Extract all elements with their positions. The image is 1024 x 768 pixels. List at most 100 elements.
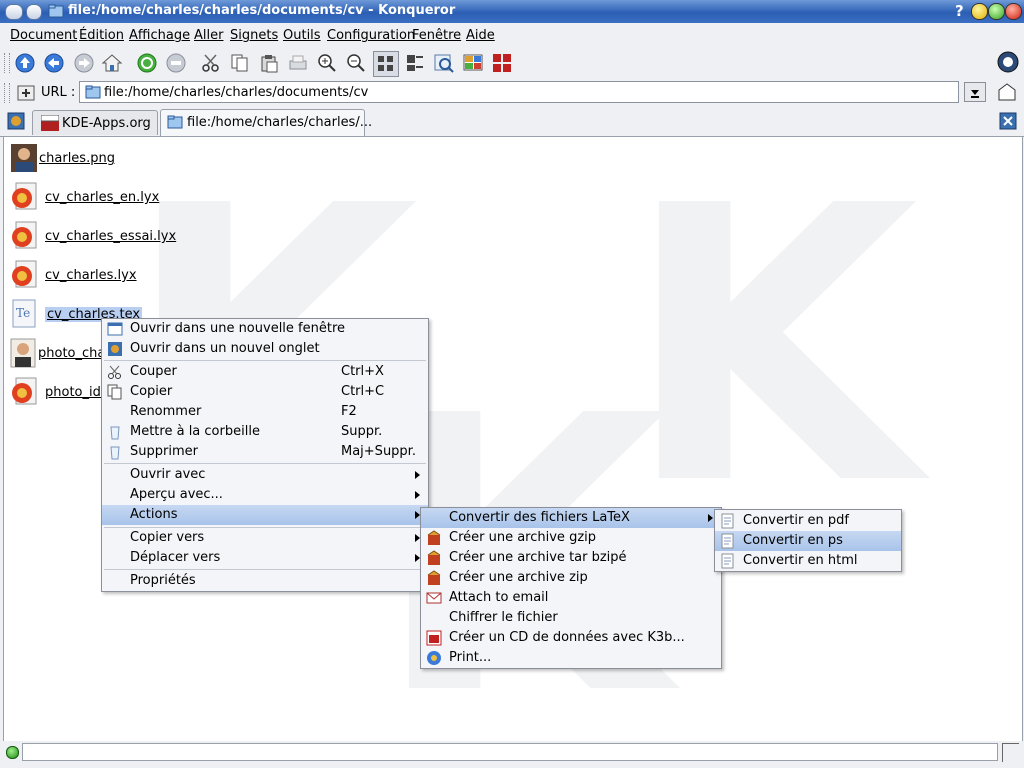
- close-tab-icon[interactable]: [998, 111, 1018, 131]
- sticky-button[interactable]: [26, 4, 42, 20]
- menu-item-copy[interactable]: Copier Ctrl+C: [102, 382, 428, 402]
- document-icon: [721, 553, 734, 569]
- help-button[interactable]: ?: [955, 2, 964, 20]
- archive-icon: [427, 550, 441, 565]
- menu-item-properties[interactable]: Propriétés: [102, 571, 428, 591]
- clear-location-icon[interactable]: [14, 81, 38, 105]
- menu-item-print[interactable]: Print...: [421, 648, 721, 668]
- menu-aide[interactable]: Aide: [466, 28, 495, 43]
- menu-item-open-new-tab[interactable]: Ouvrir dans un nouvel onglet: [102, 339, 428, 359]
- home-icon[interactable]: [100, 51, 124, 75]
- file-item[interactable]: cv_charles_en.lyx: [8, 182, 178, 214]
- photo-icon: [11, 144, 37, 172]
- status-bar: [0, 741, 1024, 768]
- new-tab-icon[interactable]: [6, 111, 26, 131]
- archive-icon: [427, 530, 441, 545]
- menu-affichage[interactable]: Affichage: [129, 28, 190, 43]
- menu-item-preview-with[interactable]: Aperçu avec...: [102, 485, 428, 505]
- archive-icon: [427, 570, 441, 585]
- tex-icon: Te: [12, 299, 36, 328]
- menu-item-move-to[interactable]: Déplacer vers: [102, 548, 428, 568]
- menu-aller[interactable]: Aller: [194, 28, 223, 43]
- tab-label: file:/home/charles/charles/...: [187, 115, 373, 130]
- menu-item-tar-bz[interactable]: Créer une archive tar bzipé: [421, 548, 721, 568]
- menu-item-rename[interactable]: Renommer F2: [102, 402, 428, 422]
- menu-configuration[interactable]: Configuration: [327, 28, 415, 43]
- menu-item-open-with[interactable]: Ouvrir avec: [102, 465, 428, 485]
- maximize-button[interactable]: [988, 3, 1005, 20]
- tab-kde-apps[interactable]: KDE-Apps.org: [32, 110, 158, 135]
- menu-item-cut[interactable]: Couper Ctrl+X: [102, 362, 428, 382]
- view-split-icon[interactable]: [461, 51, 485, 75]
- minimize-button[interactable]: [971, 3, 988, 20]
- reload-icon[interactable]: [135, 51, 159, 75]
- menu-item-delete[interactable]: Supprimer Maj+Suppr.: [102, 442, 428, 462]
- menu-item-convert-html[interactable]: Convertir en html: [715, 551, 901, 571]
- window-titlebar[interactable]: file:/home/charles/charles/documents/cv …: [0, 0, 1024, 23]
- forward-arrow-icon[interactable]: [72, 51, 96, 75]
- close-button[interactable]: [1005, 3, 1022, 20]
- kde-gear-icon[interactable]: [996, 50, 1020, 74]
- file-item[interactable]: charles.png: [8, 143, 148, 175]
- menu-document[interactable]: Document: [10, 28, 77, 43]
- menu-outils[interactable]: Outils: [283, 28, 321, 43]
- toolbar-handle[interactable]: [4, 83, 10, 103]
- actions-submenu: Convertir des fichiers LaTeX Créer une a…: [420, 507, 722, 669]
- menu-item-zip[interactable]: Créer une archive zip: [421, 568, 721, 588]
- menu-item-convert-ps[interactable]: Convertir en ps: [715, 531, 901, 551]
- stop-icon[interactable]: [164, 51, 188, 75]
- menu-item-attach-email[interactable]: Attach to email: [421, 588, 721, 608]
- tiles-icon[interactable]: [490, 51, 514, 75]
- menu-signets[interactable]: Signets: [230, 28, 278, 43]
- zoom-in-icon[interactable]: [315, 51, 339, 75]
- cut-icon: [108, 365, 121, 379]
- menu-item-trash[interactable]: Mettre à la corbeille Suppr.: [102, 422, 428, 442]
- file-name: cv_charles_en.lyx: [45, 190, 160, 205]
- menu-item-copy-to[interactable]: Copier vers: [102, 528, 428, 548]
- menu-fenetre[interactable]: Fenêtre: [412, 28, 461, 43]
- print-icon[interactable]: [286, 51, 310, 75]
- tab-label: KDE-Apps.org: [62, 116, 151, 131]
- menu-item-gzip[interactable]: Créer une archive gzip: [421, 528, 721, 548]
- resize-grip[interactable]: [1002, 743, 1019, 762]
- url-label: URL :: [41, 85, 76, 100]
- menu-item-encrypt[interactable]: Chiffrer le fichier: [421, 608, 721, 628]
- url-value: file:/home/charles/charles/documents/cv: [104, 85, 369, 100]
- context-menu: Ouvrir dans une nouvelle fenêtre Ouvrir …: [101, 318, 429, 592]
- delete-icon: [110, 446, 120, 460]
- menu-edition[interactable]: Édition: [79, 28, 124, 43]
- paste-icon[interactable]: [257, 51, 281, 75]
- window-menu-button[interactable]: [5, 4, 23, 20]
- go-button[interactable]: [996, 82, 1018, 102]
- menu-item-actions[interactable]: Actions: [102, 505, 428, 525]
- toolbar-handle[interactable]: [4, 53, 10, 73]
- menu-item-open-new-window[interactable]: Ouvrir dans une nouvelle fenêtre: [102, 319, 428, 339]
- up-arrow-icon[interactable]: [13, 51, 37, 75]
- menu-item-convert-pdf[interactable]: Convertir en pdf: [715, 511, 901, 531]
- submenu-arrow-icon: [415, 471, 420, 479]
- file-item[interactable]: cv_charles.lyx: [8, 260, 158, 292]
- zoom-out-icon[interactable]: [344, 51, 368, 75]
- lyx-icon: [12, 377, 37, 405]
- window-title: file:/home/charles/charles/documents/cv …: [68, 3, 456, 18]
- k3b-icon: [426, 630, 442, 646]
- back-arrow-icon[interactable]: [42, 51, 66, 75]
- url-input[interactable]: file:/home/charles/charles/documents/cv: [79, 81, 959, 103]
- find-icon[interactable]: [432, 51, 456, 75]
- file-item[interactable]: cv_charles_essai.lyx: [8, 221, 198, 253]
- latex-submenu: Convertir en pdf Convertir en ps Convert…: [714, 509, 902, 572]
- trash-icon: [110, 426, 120, 440]
- photo-icon: [10, 338, 36, 368]
- document-icon: [721, 533, 734, 549]
- submenu-arrow-icon: [415, 491, 420, 499]
- copy-icon[interactable]: [228, 51, 252, 75]
- url-history-dropdown[interactable]: [964, 82, 986, 102]
- menu-item-convert-latex[interactable]: Convertir des fichiers LaTeX: [421, 508, 721, 528]
- cut-icon[interactable]: [199, 51, 223, 75]
- icon-view-icon[interactable]: [373, 51, 399, 77]
- tab-documents-cv[interactable]: file:/home/charles/charles/...: [160, 109, 372, 136]
- submenu-arrow-icon: [708, 514, 713, 522]
- status-indicator-icon: [6, 746, 19, 759]
- menu-item-k3b[interactable]: Créer un CD de données avec K3b...: [421, 628, 721, 648]
- detail-view-icon[interactable]: [403, 51, 427, 75]
